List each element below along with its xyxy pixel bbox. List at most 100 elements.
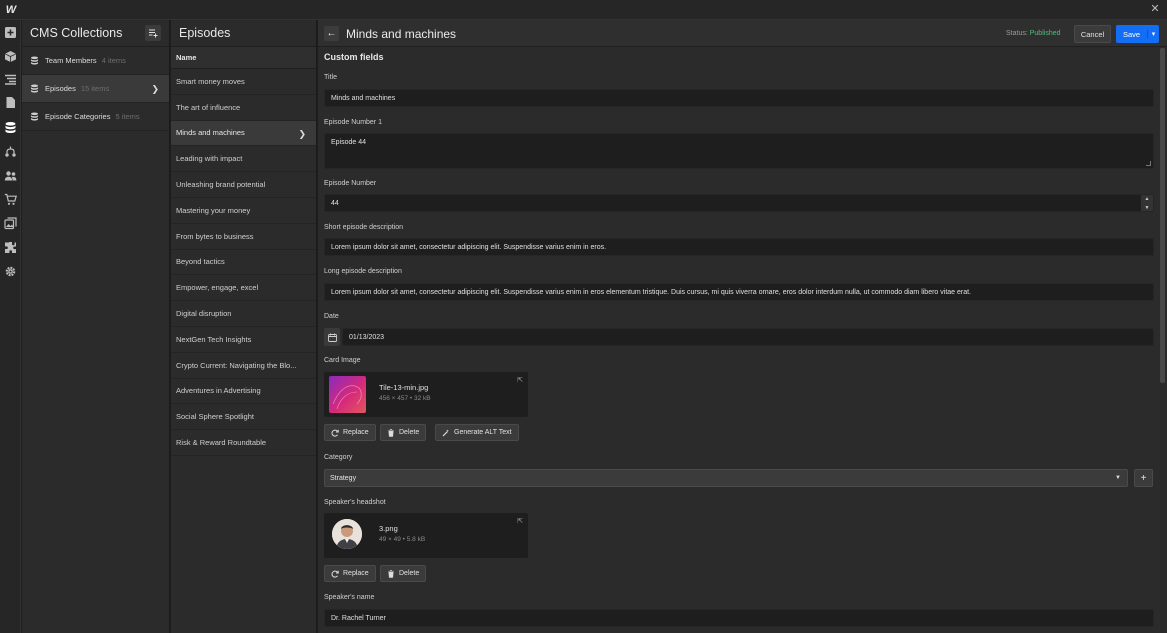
add-icon[interactable] bbox=[4, 26, 17, 39]
left-icon-rail bbox=[0, 20, 21, 633]
status-badge: Published bbox=[1029, 30, 1061, 37]
external-link-icon[interactable]: ⇱ bbox=[517, 376, 523, 384]
pages-icon[interactable] bbox=[4, 96, 17, 109]
generate-alt-text-label: Generate ALT Text bbox=[454, 429, 512, 436]
replace-label: Replace bbox=[343, 429, 369, 436]
delete-label: Delete bbox=[399, 570, 420, 577]
episodes-header: Episodes bbox=[171, 20, 316, 47]
headshot-preview: 3.png 49 × 49 • 5.8 kB ⇱ bbox=[324, 513, 528, 558]
date-input[interactable]: 01/13/2023 bbox=[342, 328, 1154, 346]
episodes-title: Episodes bbox=[179, 26, 231, 40]
replace-image-button[interactable]: Replace bbox=[324, 424, 376, 441]
card-image-file-meta: 456 × 457 • 32 kB bbox=[379, 395, 431, 402]
long-description-input[interactable]: Lorem ipsum dolor sit amet, consectetur … bbox=[324, 283, 1154, 301]
episode-item[interactable]: The art of influence bbox=[171, 95, 316, 121]
chevron-right-icon: ❯ bbox=[298, 128, 306, 139]
cancel-button[interactable]: Cancel bbox=[1074, 25, 1111, 43]
episode-number-value: 44 bbox=[331, 199, 339, 207]
box-icon[interactable] bbox=[4, 50, 17, 63]
chevron-right-icon: ❯ bbox=[151, 84, 159, 94]
headshot-file-name: 3.png bbox=[379, 524, 398, 533]
episode-item[interactable]: From bytes to business bbox=[171, 224, 316, 250]
episode-item[interactable]: Adventures in Advertising bbox=[171, 379, 316, 405]
webflow-logo[interactable]: W bbox=[4, 3, 18, 17]
episode-item[interactable]: Digital disruption bbox=[171, 301, 316, 327]
generate-alt-text-button[interactable]: Generate ALT Text bbox=[435, 424, 519, 441]
replace-headshot-button[interactable]: Replace bbox=[324, 565, 376, 582]
collection-item-team-members[interactable]: Team Members 4 items bbox=[22, 47, 169, 75]
card-image-label: Card Image bbox=[324, 357, 361, 364]
collection-item-episodes[interactable]: Episodes 15 items ❯ bbox=[22, 75, 169, 103]
cms-icon[interactable] bbox=[4, 121, 17, 134]
episode-item-selected[interactable]: Minds and machines ❯ bbox=[171, 120, 316, 147]
episode-number-1-label: Episode Number 1 bbox=[324, 119, 382, 126]
headshot-avatar[interactable] bbox=[332, 519, 362, 549]
close-icon[interactable]: ✕ bbox=[1149, 3, 1161, 15]
status-label: Status: bbox=[1006, 30, 1028, 37]
database-icon bbox=[31, 84, 38, 93]
apps-icon[interactable] bbox=[4, 241, 17, 254]
episode-item[interactable]: Beyond tactics bbox=[171, 250, 316, 276]
date-label: Date bbox=[324, 313, 339, 320]
decrement-icon[interactable]: ▼ bbox=[1141, 204, 1153, 211]
database-icon bbox=[31, 56, 38, 65]
delete-headshot-button[interactable]: Delete bbox=[380, 565, 427, 582]
resize-handle[interactable] bbox=[1146, 161, 1151, 166]
navigator-icon[interactable] bbox=[4, 73, 17, 86]
save-button[interactable]: Save ▾ bbox=[1116, 25, 1159, 43]
episode-item[interactable]: NextGen Tech Insights bbox=[171, 327, 316, 353]
headshot-label: Speaker's headshot bbox=[324, 499, 386, 506]
external-link-icon[interactable]: ⇱ bbox=[517, 517, 523, 525]
scrollbar[interactable] bbox=[1160, 48, 1165, 383]
category-select[interactable]: Strategy ▼ bbox=[324, 469, 1128, 487]
collection-count: 15 items bbox=[80, 84, 110, 93]
refresh-icon bbox=[331, 429, 339, 437]
card-image-file-name: Tile-13-min.jpg bbox=[379, 383, 429, 392]
number-stepper[interactable]: ▲ ▼ bbox=[1141, 195, 1153, 211]
add-category-button[interactable]: + bbox=[1134, 469, 1153, 487]
long-description-label: Long episode description bbox=[324, 268, 402, 275]
add-collection-button[interactable] bbox=[145, 25, 161, 41]
item-title: Minds and machines bbox=[346, 27, 457, 41]
add-list-icon bbox=[149, 29, 158, 38]
calendar-icon[interactable] bbox=[324, 328, 340, 346]
trash-icon bbox=[388, 428, 394, 437]
settings-icon[interactable] bbox=[4, 265, 17, 278]
increment-icon[interactable]: ▲ bbox=[1141, 195, 1153, 204]
ecommerce-icon[interactable] bbox=[4, 193, 17, 206]
status-indicator: Status: Published bbox=[1006, 30, 1061, 37]
collections-header: CMS Collections bbox=[22, 20, 169, 47]
episodes-panel: Episodes Name Smart money moves The art … bbox=[171, 20, 317, 633]
logic-icon[interactable] bbox=[4, 145, 17, 158]
short-description-input[interactable]: Lorem ipsum dolor sit amet, consectetur … bbox=[324, 238, 1154, 256]
assets-icon[interactable] bbox=[4, 217, 17, 230]
users-icon[interactable] bbox=[4, 169, 17, 182]
episode-number-1-textarea[interactable]: Episode 44 bbox=[324, 133, 1154, 169]
episode-item[interactable]: Empower, engage, excel bbox=[171, 275, 316, 302]
back-arrow-icon[interactable]: ← bbox=[324, 26, 339, 41]
episode-number-label: Episode Number bbox=[324, 180, 377, 187]
card-image-thumbnail[interactable] bbox=[329, 376, 366, 413]
episode-item[interactable]: Risk & Reward Roundtable bbox=[171, 430, 316, 456]
section-title: Custom fields bbox=[324, 52, 384, 62]
name-column-header[interactable]: Name bbox=[171, 47, 316, 69]
episode-item[interactable]: Mastering your money bbox=[171, 198, 316, 224]
collection-name: Team Members bbox=[45, 56, 97, 65]
episode-item[interactable]: Unleashing brand potential bbox=[171, 172, 316, 198]
episode-item[interactable]: Social Sphere Spotlight bbox=[171, 404, 316, 431]
trash-icon bbox=[388, 569, 394, 578]
episode-item[interactable]: Leading with impact bbox=[171, 146, 316, 173]
title-input[interactable]: Minds and machines bbox=[324, 89, 1154, 107]
chevron-down-icon[interactable]: ▾ bbox=[1147, 30, 1159, 38]
title-label: Title bbox=[324, 74, 337, 81]
magic-wand-icon bbox=[442, 429, 449, 436]
collection-item-episode-categories[interactable]: Episode Categories 5 items bbox=[22, 103, 169, 131]
database-icon bbox=[31, 112, 38, 121]
episode-item[interactable]: Smart money moves bbox=[171, 69, 316, 95]
delete-image-button[interactable]: Delete bbox=[380, 424, 427, 441]
speaker-name-input[interactable]: Dr. Rachel Turner bbox=[324, 609, 1154, 627]
episode-item[interactable]: Crypto Current: Navigating the Blo... bbox=[171, 353, 316, 379]
episode-number-input[interactable]: 44 ▲ ▼ bbox=[324, 194, 1154, 212]
speaker-name-label: Speaker's name bbox=[324, 594, 375, 601]
collections-title: CMS Collections bbox=[30, 26, 123, 40]
